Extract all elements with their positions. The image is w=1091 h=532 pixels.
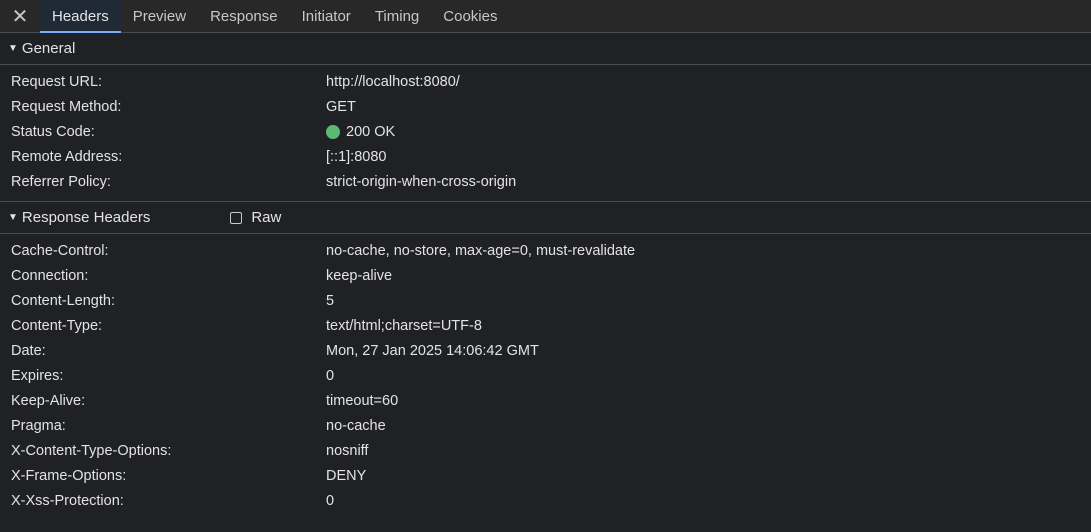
header-key: Keep-Alive: [11,392,86,409]
header-key: Content-Length: [11,292,115,309]
header-value[interactable]: GET [326,99,356,115]
general-row-remote-address: Remote Address: [::1]:8080 [0,144,1091,169]
status-value[interactable]: 200 OK [326,124,395,140]
response-header-row: Content-Length: 5 [0,288,1091,313]
response-header-row: Connection: keep-alive [0,263,1091,288]
response-headers-title: Response Headers [21,209,151,226]
general-section-title: General [21,40,76,57]
expand-triangle-icon: ▼ [8,43,18,54]
header-key: Referrer Policy: [11,173,111,190]
tab-bar: ✕ Headers Preview Response Initiator Tim… [0,0,1091,33]
expand-triangle-icon: ▼ [8,212,18,223]
general-row-status-code: Status Code: 200 OK [0,119,1091,144]
response-header-row: X-Frame-Options: DENY [0,463,1091,488]
header-key: Request URL: [11,73,103,90]
header-value[interactable]: strict-origin-when-cross-origin [326,174,516,190]
header-value[interactable]: Mon, 27 Jan 2025 14:06:42 GMT [326,343,539,359]
response-header-row: X-Content-Type-Options: nosniff [0,438,1091,463]
header-value[interactable]: 0 [326,368,334,384]
general-section-header[interactable]: ▼ General [0,33,1091,65]
tab-headers[interactable]: Headers [40,0,121,33]
response-header-row: X-Xss-Protection: 0 [0,488,1091,513]
response-headers-section-header[interactable]: ▼ Response Headers Raw [0,202,1091,234]
response-header-row: Content-Type: text/html;charset=UTF-8 [0,313,1091,338]
raw-checkbox[interactable] [230,211,243,224]
header-value[interactable]: [::1]:8080 [326,149,386,165]
header-value[interactable]: text/html;charset=UTF-8 [326,318,482,334]
header-key: Expires: [11,367,64,384]
response-header-row: Expires: 0 [0,363,1091,388]
header-key: X-Xss-Protection: [11,492,124,509]
header-value[interactable]: 5 [326,293,334,309]
tab-response[interactable]: Response [198,0,290,32]
header-key: Pragma: [11,417,66,434]
header-value[interactable]: nosniff [326,443,368,459]
header-value[interactable]: timeout=60 [326,393,398,409]
tab-cookies[interactable]: Cookies [431,0,509,32]
header-key: Status Code: [11,123,95,140]
general-rows: Request URL: http://localhost:8080/ Requ… [0,65,1091,202]
header-value[interactable]: no-cache [326,418,386,434]
general-row-referrer-policy: Referrer Policy: strict-origin-when-cros… [0,169,1091,194]
status-text: 200 OK [346,123,396,140]
header-key: Date: [11,342,46,359]
header-key: Remote Address: [11,148,123,165]
tab-preview[interactable]: Preview [121,0,198,32]
response-header-row: Cache-Control: no-cache, no-store, max-ag… [0,238,1091,263]
response-header-row: Keep-Alive: timeout=60 [0,388,1091,413]
header-key: Cache-Control: [11,242,109,259]
header-key: X-Frame-Options: [11,467,127,484]
header-value[interactable]: no-cache, no-store, max-age=0, must-reva… [326,243,635,259]
raw-toggle[interactable]: Raw [230,209,281,226]
response-header-row: Pragma: no-cache [0,413,1091,438]
status-dot-icon [326,124,340,139]
header-key: X-Content-Type-Options: [11,442,172,459]
header-key: Connection: [11,267,89,284]
close-icon[interactable]: ✕ [0,0,40,32]
raw-label: Raw [251,209,282,226]
header-value[interactable]: 0 [326,493,334,509]
header-key: Content-Type: [11,317,103,334]
tab-timing[interactable]: Timing [363,0,431,32]
general-row-request-method: Request Method: GET [0,94,1091,119]
general-row-request-url: Request URL: http://localhost:8080/ [0,69,1091,94]
tab-initiator[interactable]: Initiator [290,0,363,32]
header-value[interactable]: http://localhost:8080/ [326,74,460,90]
response-header-row: Date: Mon, 27 Jan 2025 14:06:42 GMT [0,338,1091,363]
header-key: Request Method: [11,98,122,115]
header-value[interactable]: keep-alive [326,268,392,284]
header-value[interactable]: DENY [326,468,366,484]
response-header-rows: Cache-Control: no-cache, no-store, max-ag… [0,234,1091,513]
